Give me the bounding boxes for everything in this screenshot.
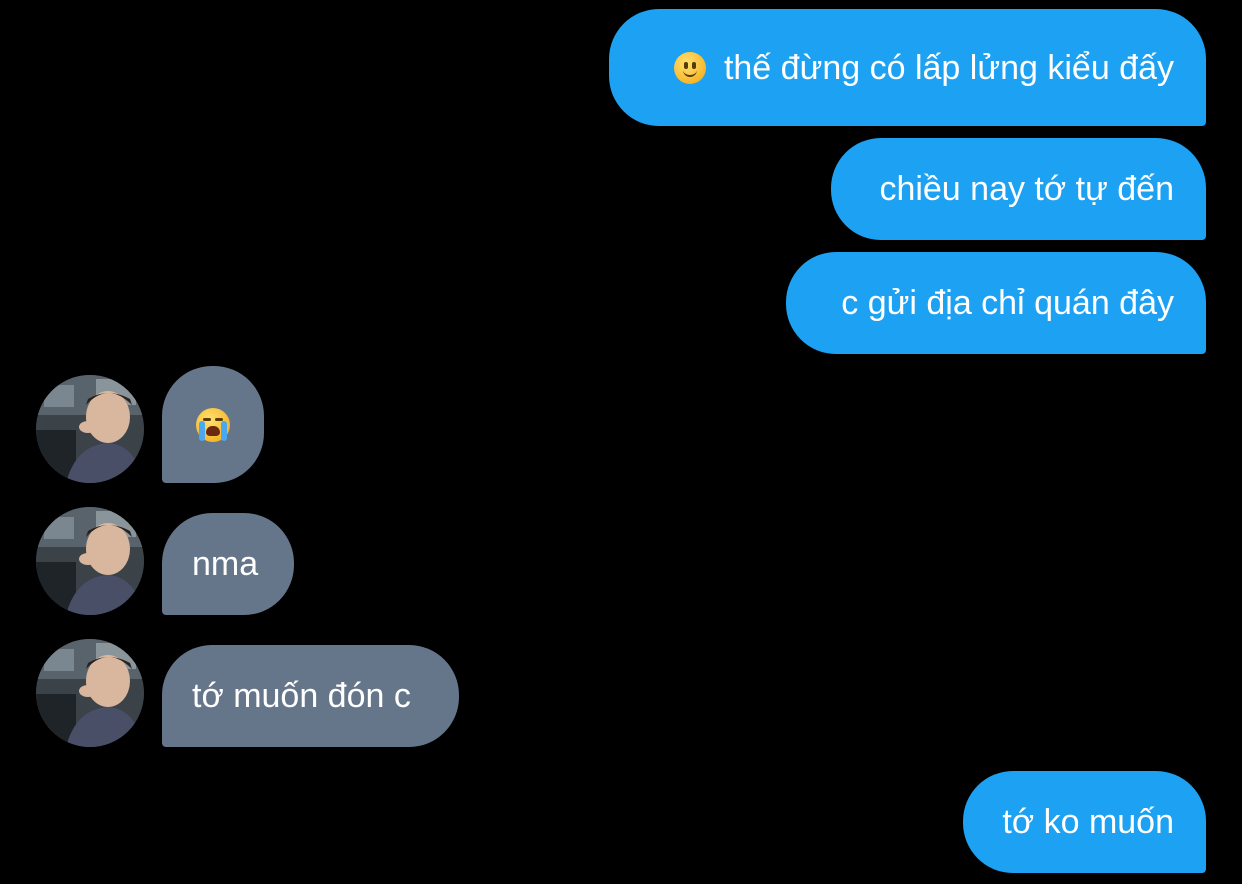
message-bubble-sent[interactable]: c gửi địa chỉ quán đây <box>786 252 1206 354</box>
message-bubble-sent[interactable]: thế đừng có lấp lửng kiểu đấy <box>609 9 1206 126</box>
slightly-smiling-face-icon <box>673 51 706 84</box>
message-text: c gửi địa chỉ quán đây <box>841 284 1174 322</box>
message-bubble-received[interactable]: nma <box>162 513 294 615</box>
message-bubble-received[interactable]: tớ muốn đón c <box>162 645 459 747</box>
message-text: chiều nay tớ tự đến <box>879 170 1174 208</box>
message-bubble-sent[interactable]: chiều nay tớ tự đến <box>831 138 1206 240</box>
message-text: tớ muốn đón c <box>192 677 411 715</box>
message-bubble-sent[interactable]: tớ ko muốn <box>963 771 1206 873</box>
contact-avatar[interactable] <box>36 507 144 615</box>
contact-avatar[interactable] <box>36 375 144 483</box>
message-bubble-received[interactable] <box>162 366 264 483</box>
message-text: tớ ko muốn <box>1002 803 1174 841</box>
contact-avatar[interactable] <box>36 639 144 747</box>
message-text: nma <box>192 545 259 583</box>
message-text: thế đừng có lấp lửng kiểu đấy <box>723 48 1174 87</box>
loudly-crying-face-icon <box>196 407 230 442</box>
